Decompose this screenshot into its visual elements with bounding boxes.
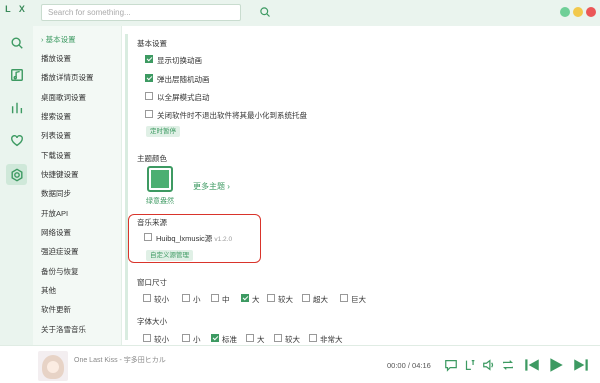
nav-item-backup[interactable]: 备份与恢复 <box>41 266 79 277</box>
search-input[interactable]: Search for something... <box>41 4 241 21</box>
label-window-size-small: 小 <box>193 295 201 304</box>
radio-window-size-xlarge[interactable] <box>302 294 310 302</box>
label-font-size-smaller: 较小 <box>154 335 169 344</box>
nav-item-basic[interactable]: › 基本设置 <box>41 34 76 45</box>
theme-swatch-green[interactable] <box>147 166 173 192</box>
radio-window-size-large[interactable] <box>241 294 249 302</box>
theme-name: 绿意盎然 <box>146 198 174 205</box>
label-window-size-xlarge: 超大 <box>313 295 328 304</box>
volume-icon[interactable] <box>482 358 496 372</box>
timer-pause-button[interactable]: 定时暂停 <box>146 126 180 137</box>
nav-item-desktop-lyric[interactable]: 桌面歌词设置 <box>41 92 86 103</box>
label-show-animation: 显示切换动画 <box>157 56 202 65</box>
label-window-size-huge: 巨大 <box>351 295 366 304</box>
label-window-size-smaller: 较小 <box>154 295 169 304</box>
play-icon[interactable] <box>547 356 565 374</box>
playback-time: 00:00 / 04:16 <box>387 361 431 370</box>
maximize-button[interactable] <box>573 7 583 17</box>
label-random-popup-animation: 弹出层随机动画 <box>157 75 210 84</box>
radio-window-size-small[interactable] <box>182 294 190 302</box>
music-source-highlight <box>128 214 261 263</box>
nav-item-play-detail[interactable]: 播放详情页设置 <box>41 72 94 83</box>
radio-font-size-large[interactable] <box>246 334 254 342</box>
nav-item-download[interactable]: 下载设置 <box>41 150 71 161</box>
nav-item-open-api[interactable]: 开放API <box>41 208 68 219</box>
nav-item-hotkey[interactable]: 快捷键设置 <box>41 169 79 180</box>
search-icon[interactable] <box>6 32 27 53</box>
checkbox-fullscreen-start[interactable] <box>145 92 153 100</box>
label-minimize-to-tray: 关闭软件时不退出软件将其最小化到系统托盘 <box>157 111 307 120</box>
label-font-size-very-large: 非常大 <box>320 335 343 344</box>
radio-window-size-huge[interactable] <box>340 294 348 302</box>
label-font-size-large: 大 <box>257 335 265 344</box>
nav-item-about[interactable]: 关于洛雪音乐 <box>41 324 86 335</box>
settings-icon[interactable] <box>6 164 27 185</box>
radio-font-size-larger[interactable] <box>274 334 282 342</box>
label-fullscreen-start: 以全屏模式启动 <box>157 93 210 102</box>
comment-icon[interactable] <box>444 358 458 372</box>
now-playing-title: One Last Kiss - 宇多田ヒカル <box>74 357 166 364</box>
label-font-size-standard: 标准 <box>222 335 237 344</box>
section-title-font-size: 字体大小 <box>137 317 167 326</box>
checkbox-minimize-to-tray[interactable] <box>145 110 153 118</box>
label-font-size-larger: 较大 <box>285 335 300 344</box>
nav-item-other[interactable]: 其他 <box>41 285 56 296</box>
more-themes-link[interactable]: 更多主题 › <box>193 181 230 192</box>
loop-mode-icon[interactable] <box>501 358 515 372</box>
previous-track-icon[interactable] <box>523 356 541 374</box>
label-window-size-medium: 中 <box>222 295 230 304</box>
music-list-icon[interactable] <box>6 64 27 85</box>
section-title-window-size: 窗口尺寸 <box>137 278 167 287</box>
radio-window-size-medium[interactable] <box>211 294 219 302</box>
scroll-indicator <box>125 34 128 340</box>
checkbox-show-animation[interactable] <box>145 55 153 63</box>
section-title-basic: 基本设置 <box>137 39 167 48</box>
chevron-right-icon: › <box>227 182 230 191</box>
label-window-size-large: 大 <box>252 295 260 304</box>
icon-rail: L X <box>0 0 33 345</box>
settings-content: 基本设置 显示切换动画 弹出层随机动画 以全屏模式启动 关闭软件时不退出软件将其… <box>121 26 600 345</box>
label-font-size-small: 小 <box>193 335 201 344</box>
minimize-button[interactable] <box>560 7 570 17</box>
next-track-icon[interactable] <box>572 356 590 374</box>
top-bar: Search for something... <box>33 0 600 26</box>
radio-window-size-larger[interactable] <box>267 294 275 302</box>
nav-item-search[interactable]: 搜索设置 <box>41 111 71 122</box>
nav-item-list[interactable]: 列表设置 <box>41 130 71 141</box>
checkbox-random-popup-animation[interactable] <box>145 74 153 82</box>
chart-icon[interactable] <box>6 97 27 118</box>
label-window-size-larger: 较大 <box>278 295 293 304</box>
search-button-icon[interactable] <box>259 6 271 18</box>
album-cover[interactable] <box>38 351 68 381</box>
settings-nav: › 基本设置 播放设置 播放详情页设置 桌面歌词设置 搜索设置 列表设置 下载设… <box>33 26 121 345</box>
radio-font-size-very-large[interactable] <box>309 334 317 342</box>
radio-window-size-smaller[interactable] <box>143 294 151 302</box>
app-window: L X Search for something... › 基本设置 播放设置 … <box>0 0 600 383</box>
desktop-lyric-icon[interactable] <box>463 358 477 372</box>
app-logo: L X <box>5 4 28 14</box>
nav-item-update[interactable]: 软件更新 <box>41 304 71 315</box>
nav-item-network[interactable]: 网络设置 <box>41 227 71 238</box>
nav-item-ocd[interactable]: 强迫症设置 <box>41 246 79 257</box>
heart-icon[interactable] <box>6 130 27 151</box>
radio-font-size-standard[interactable] <box>211 334 219 342</box>
close-button[interactable] <box>586 7 596 17</box>
radio-font-size-smaller[interactable] <box>143 334 151 342</box>
nav-item-play[interactable]: 播放设置 <box>41 53 71 64</box>
nav-item-sync[interactable]: 数据同步 <box>41 188 71 199</box>
section-title-theme: 主题颜色 <box>137 154 167 163</box>
player-bar: One Last Kiss - 宇多田ヒカル 00:00 / 04:16 <box>0 345 600 383</box>
radio-font-size-small[interactable] <box>182 334 190 342</box>
